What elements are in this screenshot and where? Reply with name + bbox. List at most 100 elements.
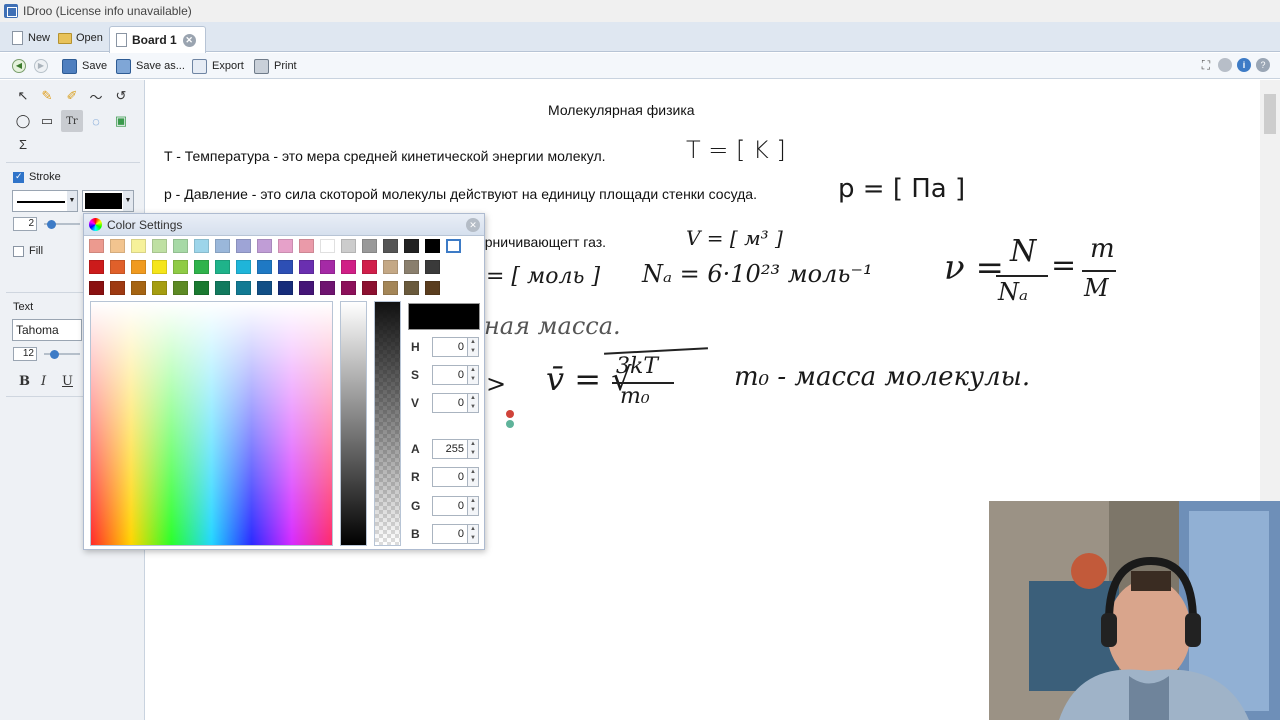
close-dialog-icon[interactable]: ✕ (466, 218, 480, 232)
handwriting-nu-numerator[interactable]: N (1010, 234, 1036, 269)
handwriting-m[interactable]: m (1090, 234, 1115, 264)
r-spinner[interactable]: ▲ ▼ (468, 467, 479, 487)
color-swatch[interactable] (215, 260, 230, 274)
color-swatch[interactable] (383, 260, 398, 274)
v-input[interactable]: 0 (432, 393, 468, 413)
color-swatch[interactable] (341, 260, 356, 274)
handwriting-temperature-unit[interactable]: T = [ K ] (686, 136, 786, 164)
custom-color-swatch[interactable] (446, 239, 461, 253)
v-spinner[interactable]: ▲ ▼ (468, 393, 479, 413)
ellipse-tool-icon[interactable]: ◯ (12, 110, 34, 132)
handwriting-arrow[interactable]: > (486, 370, 506, 398)
color-swatch[interactable] (320, 260, 335, 274)
close-tab-icon[interactable]: ✕ (182, 33, 196, 47)
color-swatch[interactable] (173, 260, 188, 274)
rectangle-tool-icon[interactable]: ▭ (36, 110, 58, 132)
eraser-tool-icon[interactable]: ↺ (110, 85, 132, 107)
h-spinner[interactable]: ▲ ▼ (468, 337, 479, 357)
color-swatch[interactable] (299, 239, 314, 253)
handwriting-equals[interactable]: = (1051, 248, 1076, 283)
color-swatch[interactable] (404, 260, 419, 274)
font-size-input[interactable]: 12 (13, 347, 37, 361)
image-tool-icon[interactable]: ▣ (110, 110, 132, 132)
a-spinner[interactable]: ▲ ▼ (468, 439, 479, 459)
color-swatch[interactable] (383, 239, 398, 253)
color-swatch[interactable] (299, 281, 314, 295)
color-swatch[interactable] (152, 281, 167, 295)
definition-pressure[interactable]: p - Давление - это сила скоторой молекул… (164, 186, 757, 202)
color-swatch[interactable] (383, 281, 398, 295)
color-swatch[interactable] (89, 260, 104, 274)
color-swatch[interactable] (131, 239, 146, 253)
handwriting-m0[interactable]: m₀ (620, 384, 650, 409)
color-swatch[interactable] (257, 281, 272, 295)
b-input[interactable]: 0 (432, 524, 468, 544)
save-as-button[interactable]: Save as... (116, 57, 185, 75)
stroke-toggle[interactable]: Stroke (13, 171, 61, 183)
handwriting-mole-unit[interactable]: = [ моль ] (486, 264, 600, 289)
color-swatch[interactable] (110, 239, 125, 253)
pencil-tool-icon[interactable]: ✎ (36, 85, 58, 107)
handwriting-avogadro[interactable]: Nₐ = 6·10²³ моль⁻¹ (642, 260, 873, 288)
color-swatch[interactable] (404, 239, 419, 253)
stroke-checkbox[interactable] (13, 171, 24, 183)
g-spinner[interactable]: ▲ ▼ (468, 496, 479, 516)
tab-board-1[interactable]: Board 1 ✕ (109, 26, 206, 53)
handwriting-molar-mass[interactable]: ная масса. (484, 312, 621, 340)
color-swatch[interactable] (236, 281, 251, 295)
color-swatch[interactable] (320, 239, 335, 253)
font-name-input[interactable]: Tahoma (12, 319, 82, 341)
color-swatch[interactable] (131, 260, 146, 274)
stroke-style-dropdown[interactable]: ▼ (12, 190, 78, 212)
dialog-header[interactable]: Color Settings (84, 214, 484, 236)
text-tool-icon[interactable]: Tr (61, 110, 83, 132)
color-swatch[interactable] (278, 260, 293, 274)
b-spinner[interactable]: ▲ ▼ (468, 524, 479, 544)
fill-checkbox[interactable] (13, 245, 24, 257)
color-swatch[interactable] (110, 260, 125, 274)
color-swatch[interactable] (215, 281, 230, 295)
export-button[interactable]: Export (192, 57, 244, 75)
s-input[interactable]: 0 (432, 365, 468, 385)
color-swatch[interactable] (194, 260, 209, 274)
color-swatch[interactable] (362, 281, 377, 295)
info-icon[interactable]: i (1237, 58, 1251, 72)
color-swatch[interactable] (131, 281, 146, 295)
handwriting-3kT[interactable]: 3kT (616, 354, 658, 379)
handwriting-volume-unit[interactable]: V = [ м³ ] (686, 226, 783, 250)
color-swatch[interactable] (425, 281, 440, 295)
color-swatch[interactable] (362, 239, 377, 253)
color-swatch[interactable] (299, 260, 314, 274)
alpha-slider[interactable] (374, 301, 401, 546)
color-swatch[interactable] (320, 281, 335, 295)
color-swatch[interactable] (257, 260, 272, 274)
color-swatch[interactable] (278, 239, 293, 253)
italic-button[interactable]: I (41, 374, 46, 389)
help-icon[interactable]: ? (1256, 58, 1270, 72)
s-spinner[interactable]: ▲ ▼ (468, 365, 479, 385)
color-swatch[interactable] (341, 239, 356, 253)
color-swatch[interactable] (362, 260, 377, 274)
handwriting-M[interactable]: M (1084, 274, 1109, 302)
color-swatch[interactable] (425, 260, 440, 274)
stroke-width-input[interactable]: 2 (13, 217, 37, 231)
print-button[interactable]: Print (254, 57, 297, 75)
color-swatch[interactable] (152, 260, 167, 274)
color-spectrum[interactable] (90, 301, 333, 546)
save-button[interactable]: Save (62, 57, 107, 75)
color-swatch[interactable] (194, 281, 209, 295)
color-swatch[interactable] (425, 239, 440, 253)
color-swatch[interactable] (89, 281, 104, 295)
color-swatch[interactable] (341, 281, 356, 295)
stroke-width-slider-knob[interactable] (47, 220, 56, 229)
font-size-slider-knob[interactable] (50, 350, 59, 359)
color-swatch[interactable] (173, 281, 188, 295)
new-button[interactable]: New (12, 28, 50, 48)
underline-button[interactable]: U (62, 374, 73, 389)
brightness-slider[interactable] (340, 301, 367, 546)
h-input[interactable]: 0 (432, 337, 468, 357)
scrollbar-thumb[interactable] (1264, 94, 1276, 134)
g-input[interactable]: 0 (432, 496, 468, 516)
color-swatch[interactable] (236, 260, 251, 274)
handwriting-m0-description[interactable]: m₀ - масса молекулы. (734, 362, 1030, 392)
